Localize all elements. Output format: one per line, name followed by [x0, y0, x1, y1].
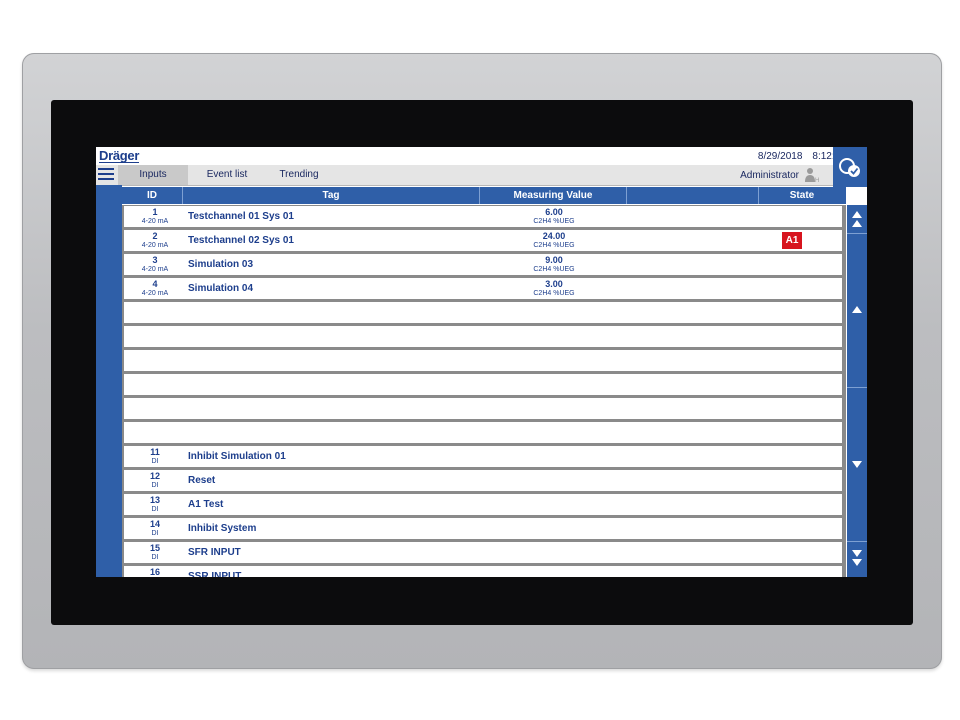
user-icon[interactable]: H	[804, 167, 820, 183]
row-id: 1	[152, 207, 158, 217]
table-row[interactable]	[124, 350, 842, 371]
tab-bar: Inputs Event list Trending Administrator…	[96, 165, 867, 186]
row-signal-type: 4-20 mA	[141, 242, 169, 249]
row-measuring-value: 24.00	[542, 231, 566, 241]
row-signal-type: DI	[151, 482, 159, 489]
tab-event-list[interactable]: Event list	[192, 165, 262, 185]
row-signal-type: 4-20 mA	[141, 290, 169, 297]
row-id: 3	[152, 255, 158, 265]
table-row[interactable]: 3 4-20 mA Simulation 03 9.00 C2H4 %UEG	[124, 254, 842, 275]
table-row[interactable]: 14 DI Inhibit System	[124, 518, 842, 539]
scroll-page-down-icon[interactable]	[847, 459, 867, 473]
row-measuring-value: 9.00	[545, 255, 563, 265]
tab-inputs[interactable]: Inputs	[118, 165, 188, 185]
row-unit: C2H4 %UEG	[533, 266, 575, 273]
row-id: 2	[152, 231, 158, 241]
row-tag: Testchannel 01 Sys 01	[188, 211, 294, 222]
left-panel-strip	[96, 185, 122, 577]
row-id: 4	[152, 279, 158, 289]
row-id: 13	[149, 495, 160, 505]
table-row[interactable]: 1 4-20 mA Testchannel 01 Sys 01 6.00 C2H4 %U…	[124, 206, 842, 227]
column-header-id[interactable]: ID	[122, 187, 183, 204]
table-row[interactable]	[124, 326, 842, 347]
row-id: 16	[149, 567, 160, 577]
row-id: 12	[149, 471, 160, 481]
logout-icon	[839, 158, 860, 177]
row-tag: Testchannel 02 Sys 01	[188, 235, 294, 246]
table-row[interactable]	[124, 302, 842, 323]
table-row[interactable]	[124, 398, 842, 419]
row-signal-type: 4-20 mA	[141, 218, 169, 225]
row-id: 15	[149, 543, 160, 553]
row-signal-type: 4-20 mA	[141, 266, 169, 273]
table-row[interactable]: 11 DI Inhibit Simulation 01	[124, 446, 842, 467]
row-id: 14	[149, 519, 160, 529]
row-measuring-value: 3.00	[545, 279, 563, 289]
table-row[interactable]: 12 DI Reset	[124, 470, 842, 491]
row-tag: Inhibit System	[188, 523, 257, 534]
alarm-state-badge: A1	[782, 232, 802, 249]
vertical-scrollbar[interactable]	[847, 205, 867, 577]
logout-button[interactable]	[833, 147, 867, 187]
row-id: 11	[150, 447, 160, 457]
date-text: 8/29/2018	[757, 151, 803, 162]
svg-text:H: H	[815, 178, 819, 183]
user-name[interactable]: Administrator	[740, 170, 799, 181]
row-signal-type: DI	[151, 458, 159, 465]
row-unit: C2H4 %UEG	[533, 218, 575, 225]
brand-logo: Dräger	[99, 148, 140, 163]
row-tag: Simulation 04	[188, 283, 254, 294]
table-row[interactable]	[124, 374, 842, 395]
table-row[interactable]: 16DISSR INPUT	[124, 566, 842, 577]
inputs-table-body: 1 4-20 mA Testchannel 01 Sys 01 6.00 C2H4 %U…	[122, 205, 846, 577]
row-measuring-value: 6.00	[545, 207, 563, 217]
row-signal-type: DI	[151, 554, 159, 561]
table-row[interactable]: 13 DI A1 Test	[124, 494, 842, 515]
scroll-page-up-icon[interactable]	[847, 303, 867, 317]
table-row[interactable]: 4 4-20 mA Simulation 04 3.00 C2H4 %UEG	[124, 278, 842, 299]
logo-underline	[99, 162, 139, 163]
row-tag: Inhibit Simulation 01	[188, 451, 286, 462]
row-tag: Simulation 03	[188, 259, 254, 270]
table-row[interactable]: 2 4-20 mA Testchannel 02 Sys 01 24.00 C2H4 %…	[124, 230, 842, 251]
row-tag: SSR INPUT	[188, 571, 242, 577]
top-header: Dräger 8/29/20188:12:42 AM	[96, 147, 867, 165]
scroll-bottom-icon[interactable]	[847, 547, 867, 571]
row-unit: C2H4 %UEG	[533, 290, 575, 297]
table-row[interactable]	[124, 422, 842, 443]
tab-trending[interactable]: Trending	[262, 165, 336, 185]
hamburger-menu-icon[interactable]	[98, 168, 114, 182]
row-unit: C2H4 %UEG	[533, 242, 575, 249]
scroll-top-icon[interactable]	[847, 209, 867, 229]
column-header-tag[interactable]: Tag	[183, 187, 480, 204]
column-header-state[interactable]: State	[759, 187, 845, 204]
row-tag: SFR INPUT	[188, 547, 241, 558]
table-row[interactable]: 15 DI SFR INPUT	[124, 542, 842, 563]
column-header-measuring-value[interactable]: Measuring Value	[480, 187, 627, 204]
column-header-blank	[627, 187, 759, 204]
row-signal-type: DI	[151, 530, 159, 537]
row-tag: A1 Test	[188, 499, 224, 510]
row-tag: Reset	[188, 475, 216, 486]
row-signal-type: DI	[151, 506, 159, 513]
table-header: ID Tag Measuring Value State	[122, 187, 846, 204]
hmi-screen: Dräger 8/29/20188:12:42 AM Inputs Event …	[96, 147, 867, 577]
